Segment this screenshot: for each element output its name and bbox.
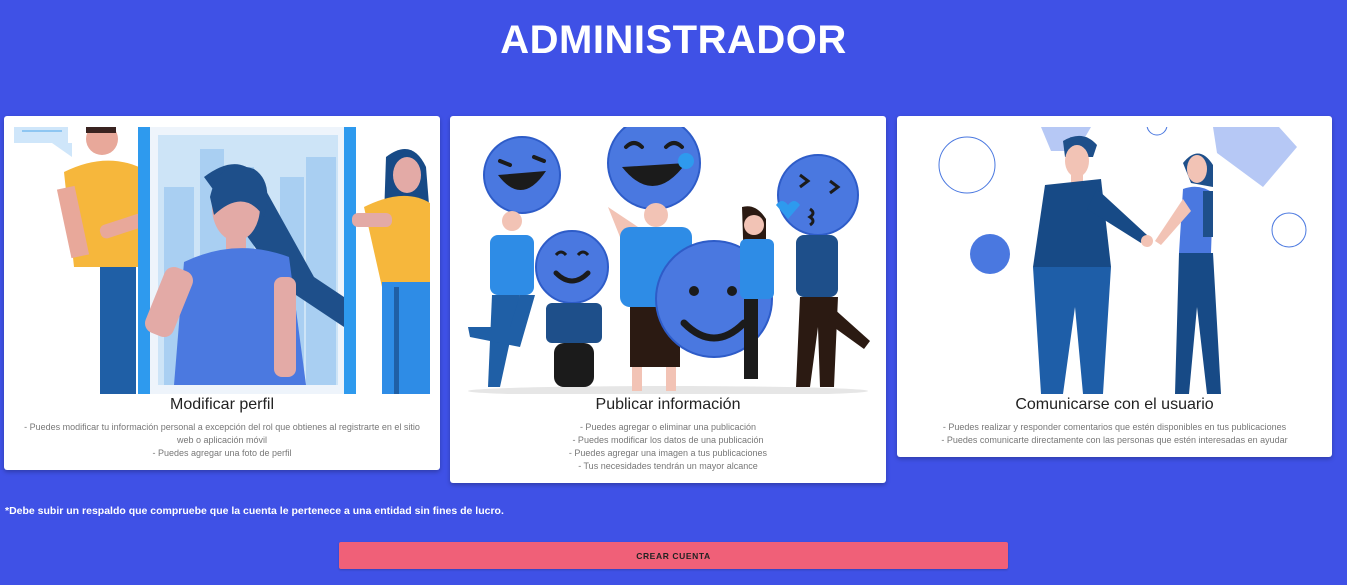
card-modificar-perfil[interactable]: Modificar perfil - Puedes modificar tu i… [4,116,440,470]
card-description-line: - Puedes agregar una imagen a tus public… [568,448,768,458]
card-description-line: - Puedes modificar los datos de una publ… [572,435,764,445]
card-title: Modificar perfil [169,396,275,413]
card-title: Comunicarse con el usuario [1015,396,1214,413]
page-title: ADMINISTRADOR [500,18,847,62]
card-description-line: - Puedes modificar tu información person… [24,422,420,445]
card-title: Publicar información [595,396,741,413]
card-description-line: - Puedes realizar y responder comentario… [942,422,1287,432]
card-description-line: - Puedes agregar una foto de perfil [152,448,292,458]
card-description-line: - Puedes agregar o eliminar una publicac… [579,422,757,432]
nonprofit-requirement-note: *Debe subir un respaldo que compruebe qu… [5,505,504,517]
happy-emoji-crowd-illustration [460,127,876,394]
create-account-button[interactable]: CREAR CUENTA [339,542,1008,569]
card-description-line: - Tus necesidades tendrán un mayor alcan… [578,461,758,471]
card-publicar-informacion[interactable]: Publicar información - Puedes agregar o … [450,116,886,483]
handshake-illustration [907,127,1322,394]
card-description-line: - Puedes comunicarte directamente con la… [941,435,1288,445]
profile-edit-illustration [14,127,430,394]
card-description: - Puedes modificar tu información person… [18,421,426,460]
card-description: - Puedes agregar o eliminar una publicac… [464,421,872,473]
card-description: - Puedes realizar y responder comentario… [911,421,1318,447]
card-comunicarse-usuario[interactable]: Comunicarse con el usuario - Puedes real… [897,116,1332,457]
